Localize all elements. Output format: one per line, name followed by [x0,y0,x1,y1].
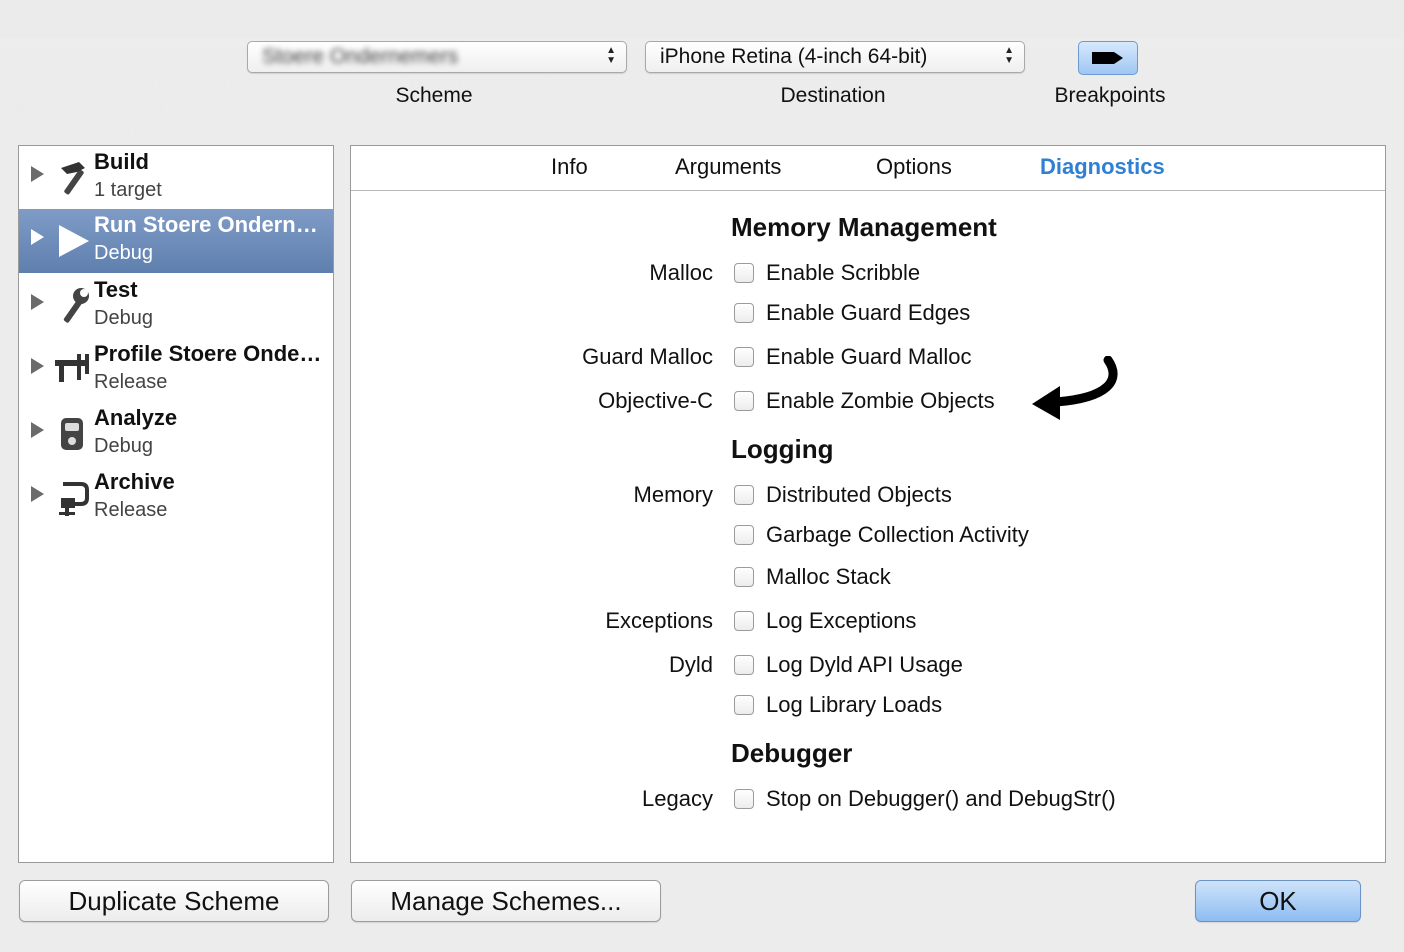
enable-guard-malloc-label[interactable]: Enable Guard Malloc [766,344,971,370]
scheme-label: Scheme [395,84,473,107]
destination-popup-value: iPhone Retina (4-inch 64-bit) [660,45,928,68]
enable-scribble-label[interactable]: Enable Scribble [766,260,920,286]
destination-label: Destination [780,84,886,107]
tab-arguments[interactable]: Arguments [675,154,781,180]
malloc-label: Malloc [649,260,713,285]
play-icon [59,225,89,257]
section-memory-management: Memory Management [731,212,997,242]
disclosure-triangle-icon[interactable] [31,166,44,182]
destination-popup[interactable]: iPhone Retina (4-inch 64-bit) ▲ ▼ [645,41,1025,73]
archive-icon [59,482,89,516]
section-debugger: Debugger [731,738,853,768]
manage-schemes-button[interactable]: Manage Schemes... [351,880,661,922]
malloc-stack-checkbox[interactable] [734,567,754,587]
sidebar-item-subtitle: Release [94,499,168,521]
enable-zombie-objects-checkbox[interactable] [734,391,754,411]
sidebar-item-title: Test [94,277,138,302]
scheme-editor-sheet: Stoere Ondernemers ▲ ▼ Scheme iPhone Reti… [0,0,1404,952]
sidebar-item-test[interactable]: Test Debug [19,274,333,338]
sidebar-item-subtitle: Debug [94,242,153,264]
hammer-icon [61,162,85,195]
caliper-icon [55,354,89,382]
disclosure-triangle-icon[interactable] [31,229,44,245]
log-library-loads-label[interactable]: Log Library Loads [766,692,942,718]
sidebar-item-subtitle: 1 target [94,179,162,201]
malloc-stack-label[interactable]: Malloc Stack [766,564,891,590]
log-exceptions-checkbox[interactable] [734,611,754,631]
log-dyld-api-checkbox[interactable] [734,655,754,675]
sidebar-item-analyze[interactable]: Analyze Debug [19,402,333,466]
updown-arrows-icon: ▲ ▼ [1004,45,1014,66]
scheme-settings-panel: Info Arguments Options Diagnostics Memor… [350,145,1386,863]
breakpoints-label: Breakpoints [1054,84,1166,107]
sidebar-item-archive[interactable]: Archive Release [19,466,333,530]
log-dyld-api-label[interactable]: Log Dyld API Usage [766,652,963,678]
memory-label: Memory [633,482,713,507]
scheme-popup-value: Stoere Ondernemers [262,45,459,68]
sidebar-item-title: Build [94,149,149,174]
duplicate-scheme-button[interactable]: Duplicate Scheme [19,880,329,922]
breakpoints-button[interactable] [1078,41,1138,75]
tab-options[interactable]: Options [876,154,952,180]
tab-bar: Info Arguments Options Diagnostics [351,146,1385,191]
disclosure-triangle-icon[interactable] [31,358,44,374]
stop-on-debugger-checkbox[interactable] [734,789,754,809]
updown-arrows-icon: ▲ ▼ [606,45,616,66]
enable-guard-malloc-checkbox[interactable] [734,347,754,367]
tab-info[interactable]: Info [551,154,588,180]
sidebar-item-subtitle: Release [94,371,168,393]
distributed-objects-label[interactable]: Distributed Objects [766,482,952,508]
sidebar-item-profile[interactable]: Profile Stoere Ondernemers Release [19,338,333,402]
sidebar-item-subtitle: Debug [94,307,153,329]
objective-c-label: Objective-C [598,388,713,413]
enable-zombie-objects-label[interactable]: Enable Zombie Objects [766,388,995,414]
stop-on-debugger-label[interactable]: Stop on Debugger() and DebugStr() [766,786,1116,812]
sidebar-item-title: Profile Stoere Ondernemers [94,341,326,366]
log-exceptions-label[interactable]: Log Exceptions [766,608,916,634]
analyze-icon [61,418,83,450]
disclosure-triangle-icon[interactable] [31,422,44,438]
ok-button[interactable]: OK [1195,880,1361,922]
section-logging: Logging [731,434,834,464]
sidebar-item-run[interactable]: Run Stoere Ondernemers Debug [19,209,333,273]
enable-guard-edges-label[interactable]: Enable Guard Edges [766,300,970,326]
disclosure-triangle-icon[interactable] [31,486,44,502]
disclosure-triangle-icon[interactable] [31,294,44,310]
guard-malloc-label: Guard Malloc [582,344,713,369]
sidebar-item-title: Run Stoere Ondernemers [94,212,326,237]
enable-guard-edges-checkbox[interactable] [734,303,754,323]
breakpoint-icon [1092,52,1123,64]
curved-arrow-icon [1032,356,1118,420]
sidebar-item-title: Archive [94,469,175,494]
gc-activity-label[interactable]: Garbage Collection Activity [766,522,1029,548]
log-library-loads-checkbox[interactable] [734,695,754,715]
enable-scribble-checkbox[interactable] [734,263,754,283]
sidebar-item-build[interactable]: Build 1 target [19,146,333,210]
sidebar-item-title: Analyze [94,405,178,430]
dyld-label: Dyld [668,652,713,677]
distributed-objects-checkbox[interactable] [734,485,754,505]
tab-diagnostics[interactable]: Diagnostics [1040,154,1165,180]
scheme-popup[interactable]: Stoere Ondernemers ▲ ▼ [247,41,627,73]
wrench-icon [63,288,89,323]
legacy-label: Legacy [642,786,713,811]
exceptions-label: Exceptions [605,608,713,633]
gc-activity-checkbox[interactable] [734,525,754,545]
scheme-actions-sidebar: Build 1 target Run Stoere Ondernemers De… [18,145,334,863]
sidebar-item-subtitle: Debug [94,435,153,457]
